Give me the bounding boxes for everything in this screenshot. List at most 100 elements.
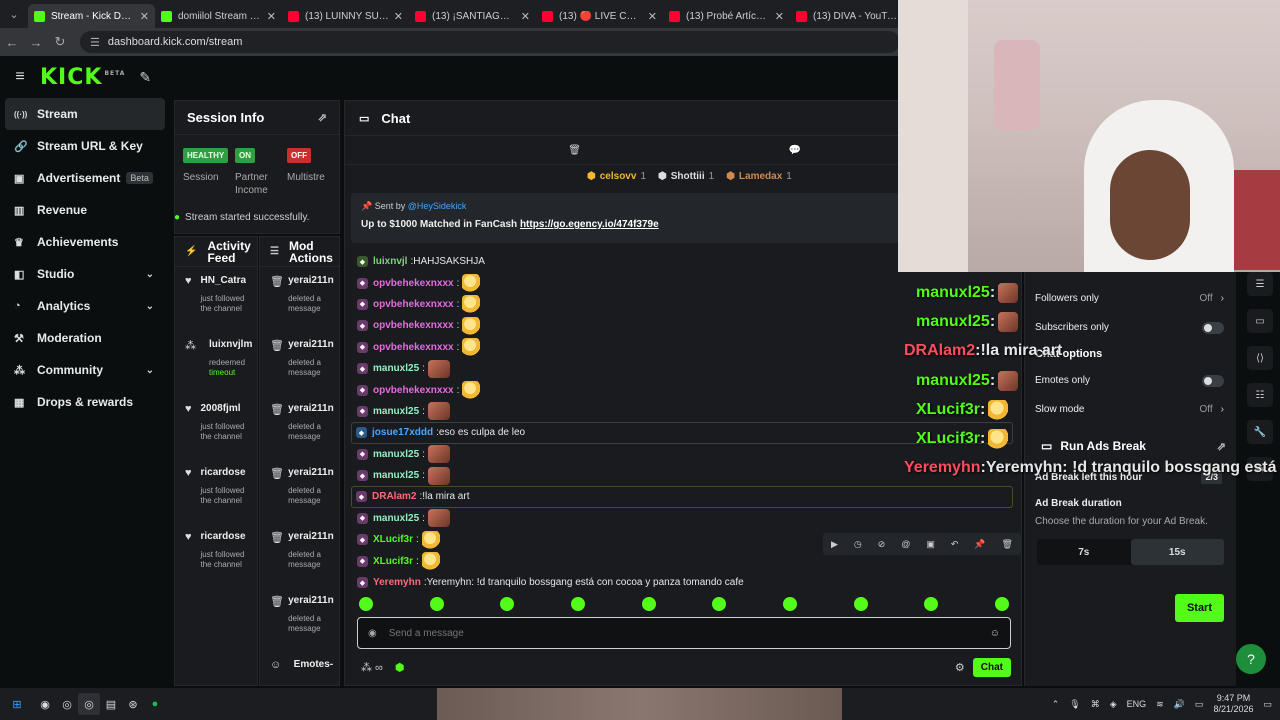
- start-ads-button[interactable]: Start: [1174, 594, 1224, 622]
- tab-search-icon[interactable]: ⌄: [0, 0, 28, 28]
- chat-username[interactable]: Yeremyhn: [373, 577, 421, 588]
- close-icon[interactable]: ✕: [521, 10, 530, 23]
- pin-message-icon[interactable]: 📌: [974, 539, 985, 550]
- app-icon[interactable]: ◈: [1110, 699, 1117, 710]
- sidebar-item-moderation[interactable]: ⚒ Moderation: [0, 322, 170, 354]
- notification-icon[interactable]: ▭: [1263, 699, 1272, 710]
- chat-username[interactable]: opvbehekexnxxx: [373, 385, 454, 396]
- clock[interactable]: 9:47 PM 8/21/2026: [1213, 693, 1253, 715]
- chat-username[interactable]: manuxl25: [373, 470, 419, 481]
- sidebar-item-studio[interactable]: ◧ Studio ⌄: [0, 258, 170, 290]
- chat-username[interactable]: manuxl25: [373, 513, 419, 524]
- back-icon[interactable]: ←: [0, 35, 24, 50]
- chrome-icon[interactable]: ◎: [56, 693, 78, 715]
- emote[interactable]: [641, 597, 656, 611]
- chat-username[interactable]: XLucif3r: [373, 534, 413, 545]
- help-icon[interactable]: ?: [1236, 644, 1266, 674]
- emote[interactable]: [500, 597, 515, 611]
- emote[interactable]: [994, 597, 1009, 611]
- windows-start-icon[interactable]: ⊞: [6, 693, 28, 715]
- sidebar-item-analytics[interactable]: ◔ Analytics ⌄: [0, 290, 170, 322]
- kick-icon[interactable]: ⬢: [395, 661, 405, 674]
- menu-icon[interactable]: ≡: [0, 68, 40, 86]
- close-icon[interactable]: ✕: [775, 10, 784, 23]
- close-icon[interactable]: ✕: [267, 10, 276, 23]
- emote[interactable]: [570, 597, 585, 611]
- emote[interactable]: [712, 597, 727, 611]
- chat-username[interactable]: josue17xddd: [372, 427, 433, 438]
- chat-username[interactable]: DRAlam2: [372, 491, 416, 502]
- mod-user[interactable]: yerai211n: [288, 467, 334, 478]
- chat-username[interactable]: manuxl25: [373, 363, 419, 374]
- site-info-icon[interactable]: ☰: [90, 36, 100, 49]
- chat-username[interactable]: XLucif3r: [373, 556, 413, 567]
- sidebar-item-revenue[interactable]: ▥ Revenue: [0, 194, 170, 226]
- send-message-input[interactable]: [388, 627, 969, 639]
- pinned-link[interactable]: https://go.egency.io/474f379e: [520, 219, 659, 230]
- settings-icon[interactable]: ⚙: [955, 661, 965, 674]
- activity-user[interactable]: HN_Catra: [200, 275, 246, 286]
- chat-send-button[interactable]: Chat: [972, 657, 1011, 677]
- mod-user[interactable]: yerai211n: [288, 275, 334, 286]
- close-icon[interactable]: ✕: [648, 10, 657, 23]
- mention-icon[interactable]: @: [901, 539, 910, 549]
- mod-user[interactable]: yerai211n: [288, 339, 334, 350]
- browser-tab[interactable]: domiilol Stream - Watch ✕: [155, 4, 282, 28]
- activity-user[interactable]: ricardose: [200, 467, 246, 478]
- popout-icon[interactable]: ⇗: [318, 111, 327, 124]
- leaderboard-entry[interactable]: ⬢ celsovv 1: [587, 171, 646, 182]
- chat-message[interactable]: ◆ manuxl25:: [357, 508, 1013, 529]
- activity-user[interactable]: 2008fjml: [200, 403, 246, 414]
- browser-tab[interactable]: (13) Probé Artículos de ✕: [663, 4, 790, 28]
- infinity-icon[interactable]: ⁂ ∞: [361, 661, 383, 674]
- discord-icon[interactable]: ◉: [34, 693, 56, 715]
- sidebar-item-achievements[interactable]: ♛ Achievements: [0, 226, 170, 258]
- chat-bubble-icon[interactable]: 💬: [581, 145, 801, 156]
- copy-icon[interactable]: ▣: [926, 539, 935, 550]
- battery-icon[interactable]: ▭: [1195, 699, 1204, 710]
- mod-user[interactable]: yerai211n: [288, 531, 334, 542]
- activity-user[interactable]: ricardose: [200, 531, 246, 542]
- chat-username[interactable]: luixnvjl: [373, 256, 407, 267]
- reload-icon[interactable]: ↻: [48, 34, 72, 50]
- file-explorer-icon[interactable]: ▤: [100, 693, 122, 715]
- browser-tab[interactable]: (13) 🔴 LIVE COMPLETO ✕: [536, 4, 663, 28]
- delete-icon[interactable]: 🗑: [1002, 539, 1013, 550]
- emote[interactable]: [359, 597, 373, 611]
- sidebar-item-community[interactable]: ⁂ Community ⌄: [0, 354, 170, 386]
- chat-username[interactable]: opvbehekexnxxx: [373, 320, 454, 331]
- sidebar-item-stream-url-key[interactable]: 🔗 Stream URL & Key: [0, 130, 170, 162]
- chat-message[interactable]: ◆ Yeremyhn: Yeremyhn: !d tranquilo bossga…: [357, 572, 1013, 593]
- volume-icon[interactable]: 🔊: [1174, 699, 1185, 710]
- chat-username[interactable]: manuxl25: [373, 449, 419, 460]
- obs-icon[interactable]: ⊛: [122, 693, 144, 715]
- ad-duration-option[interactable]: 15s: [1130, 539, 1224, 565]
- chat-username[interactable]: opvbehekexnxxx: [373, 278, 454, 289]
- url-input[interactable]: ☰ dashboard.kick.com/stream: [80, 31, 900, 53]
- browser-tab[interactable]: (13) LUINNY SUSPEND ✕: [282, 4, 409, 28]
- undo-icon[interactable]: ↶: [951, 539, 959, 550]
- emoji-picker-icon[interactable]: ☺: [990, 628, 1000, 639]
- leaderboard-entry[interactable]: ⬢ Shottiii 1: [658, 171, 714, 182]
- emote[interactable]: [853, 597, 868, 611]
- chat-username[interactable]: opvbehekexnxxx: [373, 342, 454, 353]
- browser-tab[interactable]: (13) ¡SANTIAGO TIENE ✕: [409, 4, 536, 28]
- forward-icon[interactable]: →: [24, 35, 48, 50]
- emote[interactable]: [782, 597, 797, 611]
- chat-message[interactable]: ◆ DRAlam2: !la mira art: [351, 486, 1013, 508]
- mod-user[interactable]: yerai211n: [288, 595, 334, 606]
- pin-icon[interactable]: ✎: [139, 69, 151, 86]
- network-icon[interactable]: ⌘: [1091, 699, 1100, 710]
- emote[interactable]: [429, 597, 444, 611]
- sidebar-item-drops-rewards[interactable]: ▦ Drops & rewards: [0, 386, 170, 418]
- emote[interactable]: [924, 597, 939, 611]
- close-icon[interactable]: ✕: [140, 10, 149, 23]
- wifi-icon[interactable]: ≋: [1156, 699, 1164, 710]
- mic-icon[interactable]: 🎙: [1069, 699, 1080, 710]
- clock-icon[interactable]: ◷: [854, 539, 862, 550]
- sidebar-item-advertisement[interactable]: ▣ Advertisement Beta: [0, 162, 170, 194]
- kick-logo[interactable]: KICK BETA: [40, 65, 125, 90]
- clear-chat-icon[interactable]: 🗑: [345, 145, 581, 156]
- language-indicator[interactable]: ENG: [1127, 699, 1147, 709]
- close-icon[interactable]: ✕: [394, 10, 403, 23]
